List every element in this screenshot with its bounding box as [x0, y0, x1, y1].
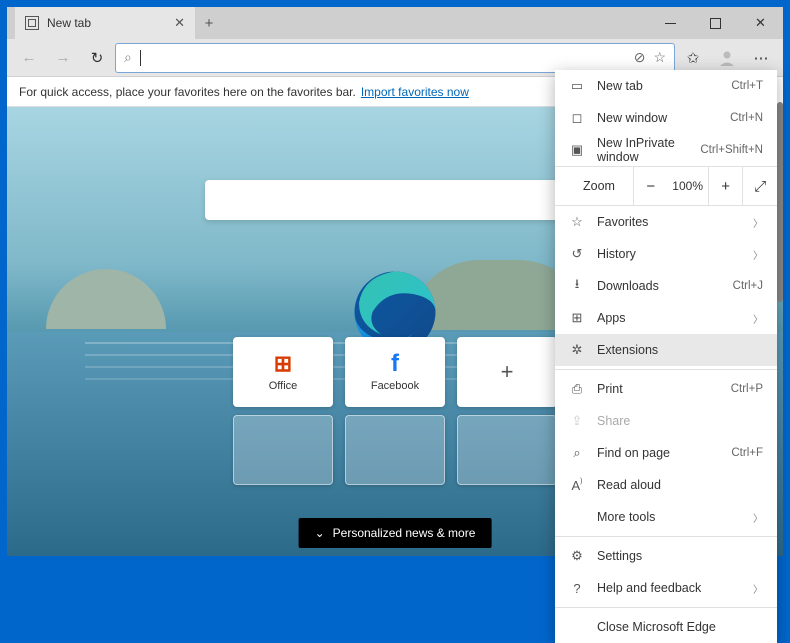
favorites-bar-text: For quick access, place your favorites h…	[19, 85, 356, 99]
menu-new-window[interactable]: ◻ New window Ctrl+N	[555, 102, 777, 134]
menu-new-inprivate[interactable]: ▣ New InPrivate window Ctrl+Shift+N	[555, 134, 777, 166]
quick-links-row	[233, 415, 557, 485]
menu-print[interactable]: ⎙ Print Ctrl+P	[555, 373, 777, 405]
menu-extensions[interactable]: ✲ Extensions	[555, 334, 777, 366]
tab-title: New tab	[47, 16, 91, 30]
scrollbar-thumb[interactable]	[777, 102, 783, 302]
tile-office[interactable]: ⊞ Office	[233, 337, 333, 407]
profile-button[interactable]	[711, 42, 743, 74]
zoom-in-button[interactable]: +	[708, 166, 743, 206]
download-icon: ⭳	[569, 275, 585, 297]
menu-share: ⇪ Share	[555, 405, 777, 437]
tile-label: Facebook	[371, 380, 419, 392]
new-tab-button[interactable]: +	[195, 9, 223, 37]
menu-close-edge[interactable]: Close Microsoft Edge	[555, 611, 777, 643]
favorite-star-icon[interactable]: ☆	[653, 49, 666, 66]
settings-menu: ▭ New tab Ctrl+T ◻ New window Ctrl+N ▣ N…	[555, 70, 777, 643]
tile-label: Office	[269, 380, 298, 392]
maximize-button[interactable]	[693, 7, 738, 39]
import-favorites-link[interactable]: Import favorites now	[361, 85, 469, 99]
tab-favicon-icon	[25, 16, 39, 30]
chevron-right-icon: 〉	[753, 510, 763, 525]
menu-more-tools[interactable]: More tools 〉	[555, 501, 777, 533]
menu-downloads[interactable]: ⭳ Downloads Ctrl+J	[555, 270, 777, 302]
menu-apps[interactable]: ⊞ Apps 〉	[555, 302, 777, 334]
menu-favorites[interactable]: ☆ Favorites 〉	[555, 206, 777, 238]
text-cursor	[140, 50, 141, 66]
close-window-button[interactable]: ✕	[738, 7, 783, 39]
tile-empty[interactable]	[233, 415, 333, 485]
read-aloud-icon: A)	[569, 478, 585, 493]
tile-empty[interactable]	[345, 415, 445, 485]
fullscreen-button[interactable]: ⤢	[742, 166, 777, 206]
settings-menu-button[interactable]: ⋯	[745, 42, 777, 74]
menu-find[interactable]: ⌕ Find on page Ctrl+F	[555, 437, 777, 469]
zoom-out-button[interactable]: −	[633, 166, 668, 206]
gear-icon: ⚙	[569, 548, 585, 564]
search-icon: ⌕	[124, 49, 132, 66]
menu-help[interactable]: ? Help and feedback 〉	[555, 572, 777, 604]
apps-icon: ⊞	[569, 310, 585, 326]
tab-active[interactable]: New tab ✕	[15, 7, 195, 39]
menu-new-tab[interactable]: ▭ New tab Ctrl+T	[555, 70, 777, 102]
close-tab-icon[interactable]: ✕	[174, 15, 185, 31]
plus-icon: +	[501, 360, 514, 384]
zoom-value: 100%	[668, 179, 708, 193]
address-bar[interactable]: ⌕ ⊘ ☆	[115, 43, 675, 73]
search-box[interactable]: ⌕	[205, 180, 585, 220]
quick-links-row: ⊞ Office f Facebook +	[233, 337, 557, 407]
forward-button[interactable]: →	[47, 42, 79, 74]
minimize-button[interactable]	[648, 7, 693, 39]
menu-settings[interactable]: ⚙ Settings	[555, 540, 777, 572]
new-tab-icon: ▭	[569, 78, 585, 94]
chevron-down-icon: ⌄	[315, 526, 325, 540]
menu-history[interactable]: ↺ History 〉	[555, 238, 777, 270]
office-icon: ⊞	[274, 352, 292, 376]
extensions-icon: ✲	[569, 342, 585, 358]
tile-add[interactable]: +	[457, 337, 557, 407]
share-icon: ⇪	[569, 413, 585, 429]
personalized-news-button[interactable]: ⌄ Personalized news & more	[299, 518, 492, 548]
help-icon: ?	[569, 581, 585, 596]
back-button[interactable]: ←	[13, 42, 45, 74]
chevron-right-icon: 〉	[753, 215, 763, 230]
refresh-button[interactable]: ↻	[81, 42, 113, 74]
favorites-button[interactable]: ✩	[677, 42, 709, 74]
chevron-right-icon: 〉	[753, 247, 763, 262]
window-controls: ✕	[648, 7, 783, 39]
menu-separator	[555, 536, 777, 537]
facebook-icon: f	[391, 352, 399, 376]
zoom-label: Zoom	[555, 179, 633, 193]
history-icon: ↺	[569, 246, 585, 262]
menu-separator	[555, 607, 777, 608]
tile-facebook[interactable]: f Facebook	[345, 337, 445, 407]
titlebar: New tab ✕ + ✕	[7, 7, 783, 39]
star-icon: ☆	[569, 214, 585, 230]
menu-read-aloud[interactable]: A) Read aloud	[555, 469, 777, 501]
tile-empty[interactable]	[457, 415, 557, 485]
new-window-icon: ◻	[569, 110, 585, 126]
find-icon: ⌕	[569, 445, 585, 461]
menu-separator	[555, 369, 777, 370]
menu-zoom-row: Zoom − 100% + ⤢	[555, 166, 777, 206]
print-icon: ⎙	[569, 381, 585, 397]
chevron-right-icon: 〉	[753, 311, 763, 326]
background-hill	[46, 269, 166, 329]
inprivate-icon: ▣	[569, 142, 585, 158]
news-label: Personalized news & more	[333, 526, 476, 540]
tracking-prevention-icon[interactable]: ⊘	[634, 49, 646, 66]
chevron-right-icon: 〉	[753, 581, 763, 596]
